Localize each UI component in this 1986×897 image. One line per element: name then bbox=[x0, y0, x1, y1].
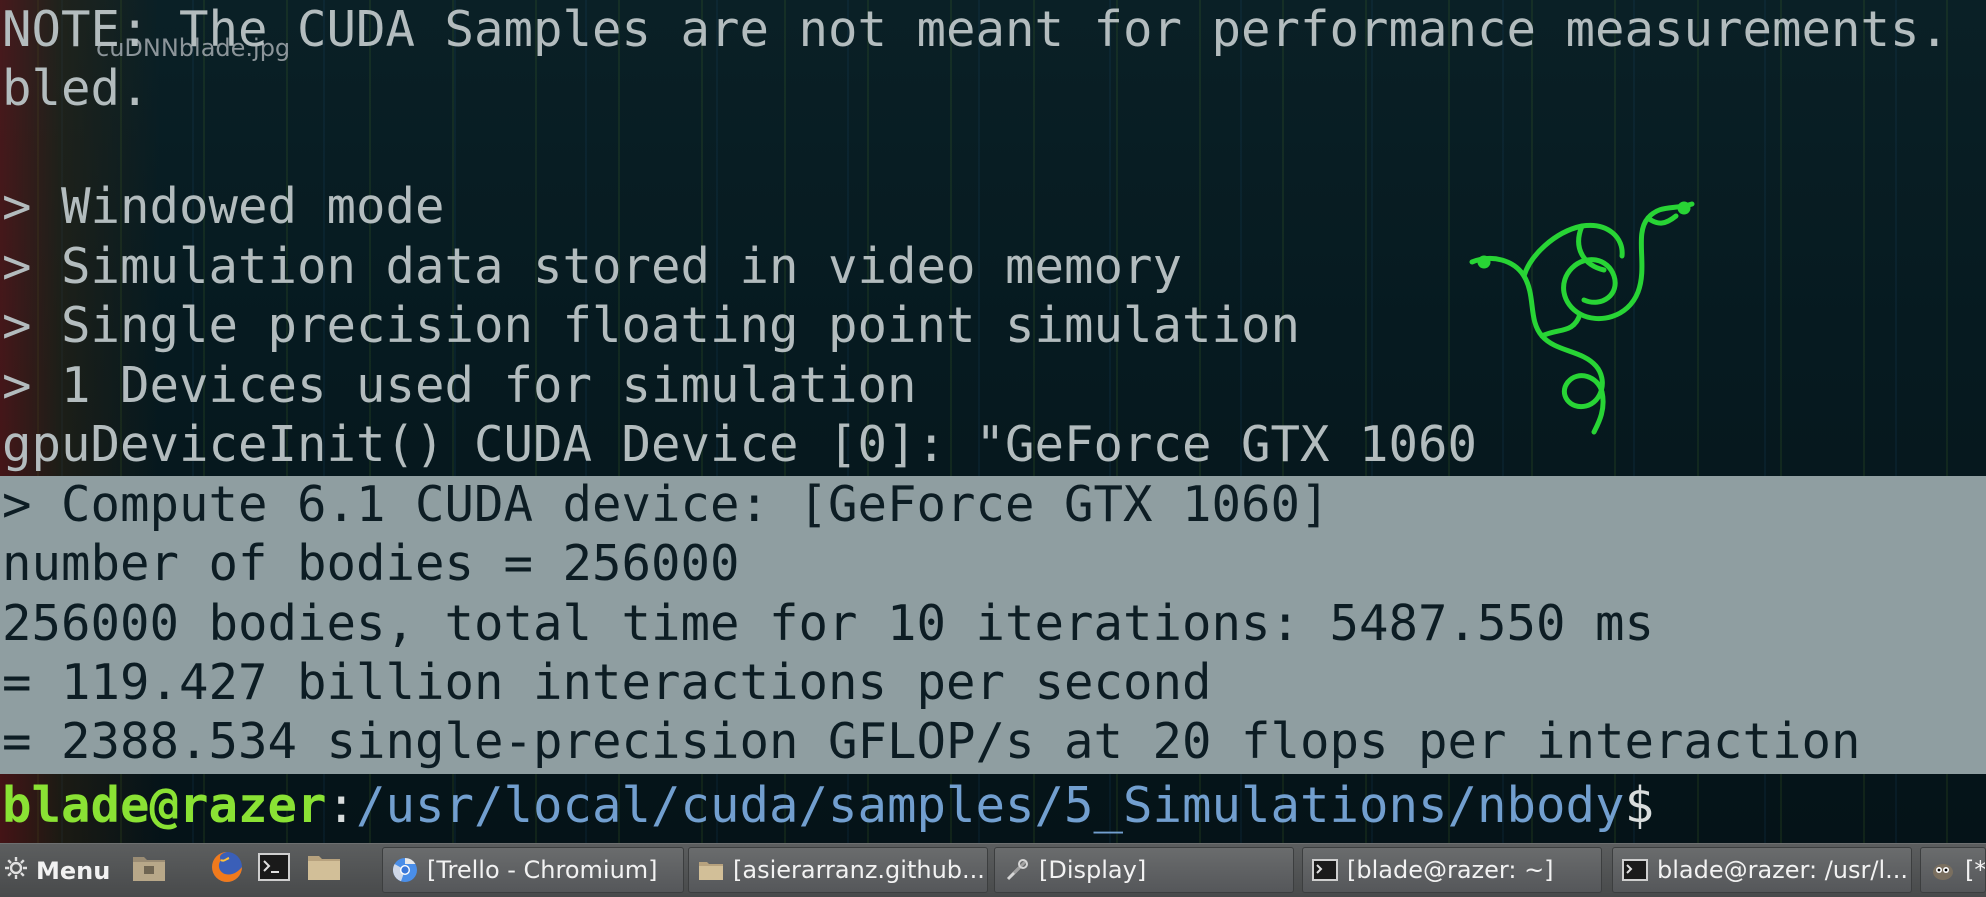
desktop-folder-icon bbox=[131, 851, 167, 889]
menu-button[interactable]: Menu bbox=[4, 854, 110, 888]
task-gimp[interactable]: [* bbox=[1920, 847, 1986, 893]
task-trello-chromium[interactable]: [Trello - Chromium] bbox=[382, 847, 684, 893]
terminal-icon bbox=[1311, 856, 1339, 884]
folder-icon bbox=[697, 856, 725, 884]
terminal-icon bbox=[1621, 856, 1649, 884]
task-folder[interactable]: [asierarranz.github.... bbox=[688, 847, 988, 893]
terminal-window[interactable]: NOTE: The CUDA Samples are not meant for… bbox=[0, 0, 1986, 843]
prompt-separator: : bbox=[326, 777, 357, 834]
menu-label: Menu bbox=[36, 857, 111, 885]
prompt-path: /usr/local/cuda/samples/5_Simulations/nb… bbox=[356, 777, 1625, 834]
desktop-launcher[interactable] bbox=[130, 852, 168, 888]
terminal-line: NOTE: The CUDA Samples are not meant for… bbox=[2, 1, 1950, 58]
prompt-symbol: $ bbox=[1624, 777, 1655, 834]
terminal-launcher[interactable] bbox=[255, 852, 293, 888]
files-launcher[interactable] bbox=[305, 852, 343, 888]
selected-terminal-line: = 119.427 billion interactions per secon… bbox=[2, 654, 1212, 711]
task-display[interactable]: [Display] bbox=[994, 847, 1294, 893]
terminal-line: > Single precision floating point simula… bbox=[2, 297, 1301, 354]
tools-icon bbox=[1003, 856, 1031, 884]
task-label: [Display] bbox=[1039, 856, 1147, 884]
terminal-line: bled. bbox=[2, 60, 150, 117]
firefox-icon bbox=[210, 850, 244, 890]
selected-terminal-line: = 2388.534 single-precision GFLOP/s at 2… bbox=[2, 713, 1861, 770]
terminal-line: > 1 Devices used for simulation bbox=[2, 357, 917, 414]
task-terminal-active[interactable]: blade@razer: /usr/l... bbox=[1612, 847, 1912, 893]
selected-terminal-line: number of bodies = 256000 bbox=[2, 535, 740, 592]
gear-icon bbox=[4, 856, 28, 886]
task-label: [blade@razer: ~] bbox=[1347, 856, 1554, 884]
terminal-line: > Windowed mode bbox=[2, 178, 445, 235]
chromium-icon bbox=[391, 856, 419, 884]
task-label: blade@razer: /usr/l... bbox=[1657, 856, 1909, 884]
terminal-line: gpuDeviceInit() CUDA Device [0]: "GeForc… bbox=[2, 416, 1478, 473]
task-label: [Trello - Chromium] bbox=[427, 856, 658, 884]
task-label: [asierarranz.github.... bbox=[733, 856, 987, 884]
selected-terminal-line: 256000 bodies, total time for 10 iterati… bbox=[2, 595, 1655, 652]
firefox-launcher[interactable] bbox=[208, 852, 246, 888]
selected-terminal-line: > Compute 6.1 CUDA device: [GeForce GTX … bbox=[2, 476, 1330, 533]
terminal-line: > Simulation data stored in video memory bbox=[2, 238, 1183, 295]
gimp-icon bbox=[1929, 856, 1957, 884]
shell-prompt[interactable]: blade@razer:/usr/local/cuda/samples/5_Si… bbox=[2, 776, 1654, 836]
task-label: [* bbox=[1965, 856, 1985, 884]
task-terminal-home[interactable]: [blade@razer: ~] bbox=[1302, 847, 1602, 893]
taskbar: Menu [Trello - Chromium] [asierarranz.gi… bbox=[0, 843, 1986, 897]
prompt-user-host: blade@razer bbox=[2, 777, 327, 834]
terminal-icon bbox=[258, 853, 290, 887]
folder-icon bbox=[306, 852, 342, 888]
